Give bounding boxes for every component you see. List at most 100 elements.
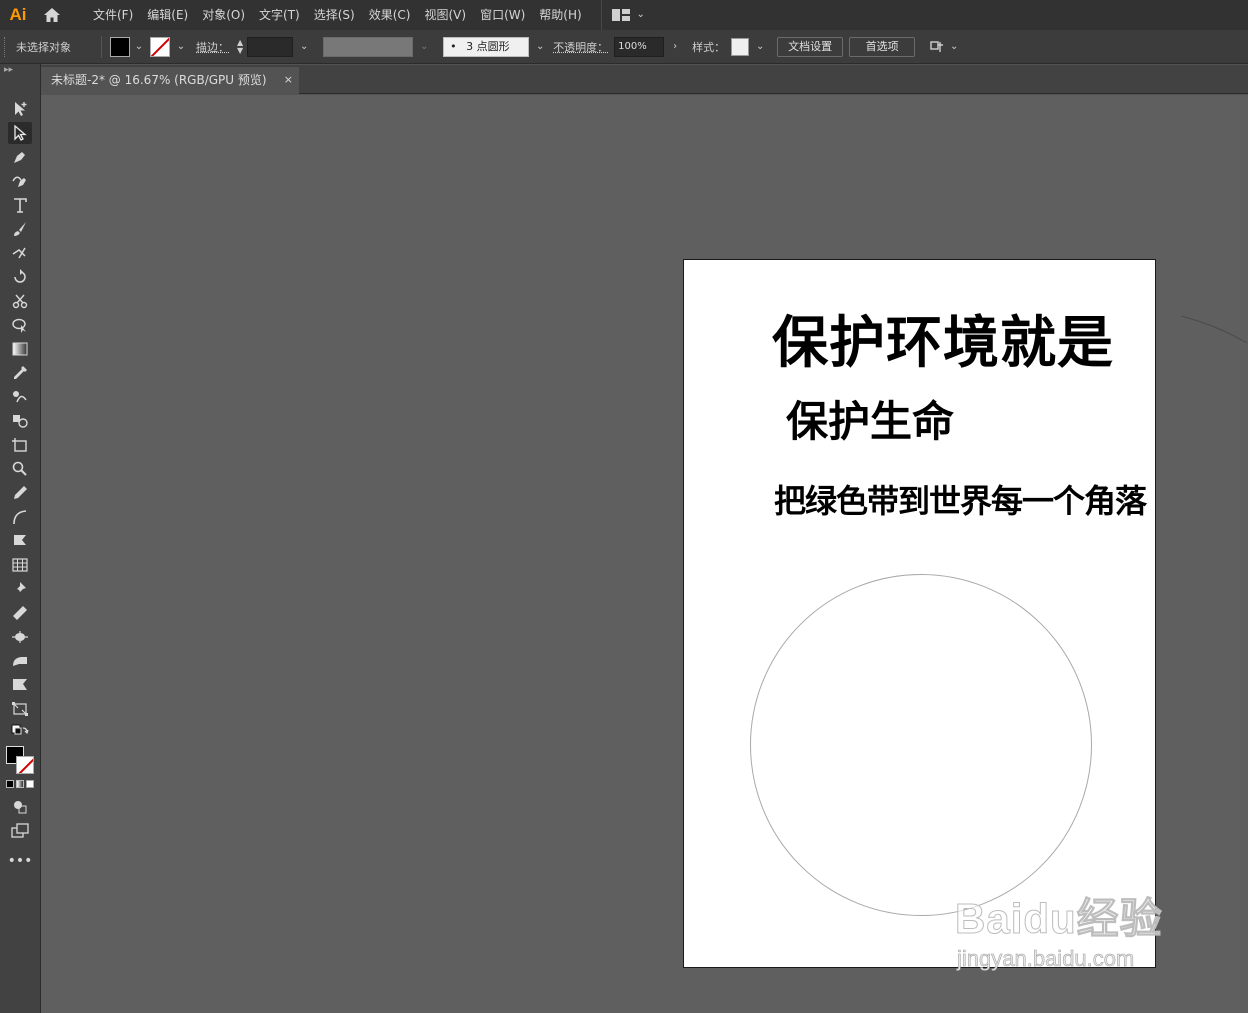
color-mode-solid[interactable] xyxy=(6,780,14,788)
grid-tool[interactable] xyxy=(8,554,32,576)
tagline-text[interactable]: 把绿色带到世界每一个角落 xyxy=(774,476,1147,522)
stroke-stepper[interactable]: ▲ ▼ xyxy=(237,38,243,55)
chevron-down-icon: ⌄ xyxy=(949,40,959,52)
artboard[interactable]: 保护环境就是 保护生命 把绿色带到世界每一个角落 xyxy=(683,259,1156,968)
width-tool[interactable] xyxy=(8,626,32,648)
menu-view[interactable]: 视图(V) xyxy=(417,0,473,30)
stray-path xyxy=(1181,315,1248,344)
paintbrush-tool[interactable] xyxy=(8,218,32,240)
ruler-icon xyxy=(13,606,27,620)
pin-tool[interactable] xyxy=(8,578,32,600)
pencil-tool[interactable] xyxy=(8,482,32,504)
preferences-button[interactable]: 首选项 xyxy=(849,36,916,57)
fill-stroke-controls[interactable] xyxy=(8,724,32,742)
rotate-tool[interactable] xyxy=(8,266,32,288)
free-transform-tool[interactable] xyxy=(8,698,32,720)
grid-icon xyxy=(12,558,28,572)
artboard-tool[interactable] xyxy=(8,434,32,456)
screen-mode-tool[interactable] xyxy=(8,820,32,842)
circle-shape[interactable] xyxy=(750,574,1092,916)
panel-grip[interactable] xyxy=(4,36,12,57)
pushpin-icon xyxy=(14,582,26,595)
fill-stroke-swatches[interactable] xyxy=(6,746,36,776)
shaper-tool[interactable] xyxy=(8,242,32,264)
menu-object[interactable]: 对象(O) xyxy=(195,0,252,30)
type-tool[interactable] xyxy=(8,194,32,216)
chevron-down-icon[interactable]: ⌄ xyxy=(755,41,765,52)
fill-swatch[interactable] xyxy=(110,36,130,57)
color-mode-buttons xyxy=(6,780,34,788)
stroke-color-swatch[interactable] xyxy=(16,756,34,774)
eyedropper-tool[interactable] xyxy=(8,362,32,384)
color-mode-none[interactable] xyxy=(26,780,34,788)
perspective-tool[interactable] xyxy=(8,650,32,672)
blend-tool[interactable] xyxy=(8,386,32,408)
chevron-right-icon[interactable]: › xyxy=(670,41,680,52)
variable-width-profile[interactable] xyxy=(323,36,414,57)
menu-effect[interactable]: 效果(C) xyxy=(362,0,418,30)
selection-arrow-icon xyxy=(15,102,27,116)
opacity-label[interactable]: 不透明度： xyxy=(553,39,608,55)
canvas-area[interactable]: 保护环境就是 保护生命 把绿色带到世界每一个角落 xyxy=(41,95,1248,1013)
pencil-icon xyxy=(14,486,27,499)
stroke-swatch[interactable] xyxy=(150,36,170,57)
symbol-sprayer-icon xyxy=(13,415,28,428)
opacity-input[interactable]: 100% xyxy=(614,36,665,57)
menu-window[interactable]: 窗口(W) xyxy=(473,0,532,30)
chart-flag-icon xyxy=(13,679,27,690)
document-tab-bar: 未标题-2* @ 16.67% (RGB/GPU 预览) × xyxy=(41,65,1248,94)
color-mode-gradient[interactable] xyxy=(16,780,24,788)
menu-type[interactable]: 文字(T) xyxy=(252,0,307,30)
home-icon[interactable] xyxy=(36,0,68,30)
menu-edit[interactable]: 编辑(E) xyxy=(140,0,195,30)
scissors-tool[interactable] xyxy=(8,290,32,312)
chevron-down-icon[interactable]: ⌄ xyxy=(419,41,429,52)
menu-file[interactable]: 文件(F) xyxy=(86,0,140,30)
zoom-magnifier-icon xyxy=(12,461,27,476)
symbol-sprayer-tool[interactable] xyxy=(8,410,32,432)
arrange-documents[interactable]: ⌄ xyxy=(929,39,959,55)
subheadline-text[interactable]: 保护生命 xyxy=(786,388,954,449)
baidu-watermark: Baidu经验 jingyan.baidu.com xyxy=(955,885,1163,972)
chevron-down-icon: ⌄ xyxy=(636,9,645,20)
menu-select[interactable]: 选择(S) xyxy=(307,0,362,30)
chart-tool[interactable] xyxy=(8,674,32,696)
panel-collapse-icon[interactable]: ▸▸ xyxy=(0,64,40,84)
measure-tool[interactable] xyxy=(8,602,32,624)
pen-icon xyxy=(14,152,25,163)
selection-tool[interactable] xyxy=(8,98,32,120)
stroke-weight-input[interactable] xyxy=(247,36,294,57)
chevron-down-icon[interactable]: ⌄ xyxy=(299,41,309,52)
eyedropper-icon xyxy=(14,366,27,379)
gradient-tool[interactable] xyxy=(8,338,32,360)
chevron-down-icon[interactable]: ⌄ xyxy=(176,41,186,52)
artboard-icon xyxy=(12,438,27,452)
brush-definition[interactable]: • 3 点圆形 xyxy=(443,36,530,57)
draw-mode-tool[interactable] xyxy=(8,796,32,818)
curvature-tool[interactable] xyxy=(8,170,32,192)
graphic-style-swatch[interactable] xyxy=(731,37,750,56)
brush-dot-icon: • xyxy=(450,39,457,53)
illustrator-window: Ai 文件(F) 编辑(E) 对象(O) 文字(T) 选择(S) 效果(C) 视… xyxy=(0,0,1248,1013)
direct-selection-tool[interactable] xyxy=(8,122,32,144)
chevron-down-icon[interactable]: ⌄ xyxy=(134,41,144,52)
workspace-switcher[interactable]: ⌄ xyxy=(600,0,646,30)
chevron-down-icon[interactable]: ⌄ xyxy=(535,41,545,52)
tools-panel: ▸▸ ••• xyxy=(0,64,41,1013)
document-tab[interactable]: 未标题-2* @ 16.67% (RGB/GPU 预览) × xyxy=(41,67,299,94)
more-tools-icon[interactable]: ••• xyxy=(8,850,33,872)
puppet-warp-tool[interactable] xyxy=(8,314,32,336)
pen-tool[interactable] xyxy=(8,146,32,168)
menu-help[interactable]: 帮助(H) xyxy=(532,0,588,30)
headline-text[interactable]: 保护环境就是 xyxy=(772,298,1114,379)
paintbrush-icon xyxy=(14,222,26,236)
document-setup-button[interactable]: 文档设置 xyxy=(777,36,844,57)
arc-tool[interactable] xyxy=(8,506,32,528)
flag-tool[interactable] xyxy=(8,530,32,552)
stroke-label[interactable]: 描边： xyxy=(196,39,229,55)
blend-icon xyxy=(13,391,27,403)
gradient-icon xyxy=(12,342,28,356)
screen-mode-icon xyxy=(11,823,29,838)
zoom-tool[interactable] xyxy=(8,458,32,480)
close-icon[interactable]: × xyxy=(284,67,293,93)
